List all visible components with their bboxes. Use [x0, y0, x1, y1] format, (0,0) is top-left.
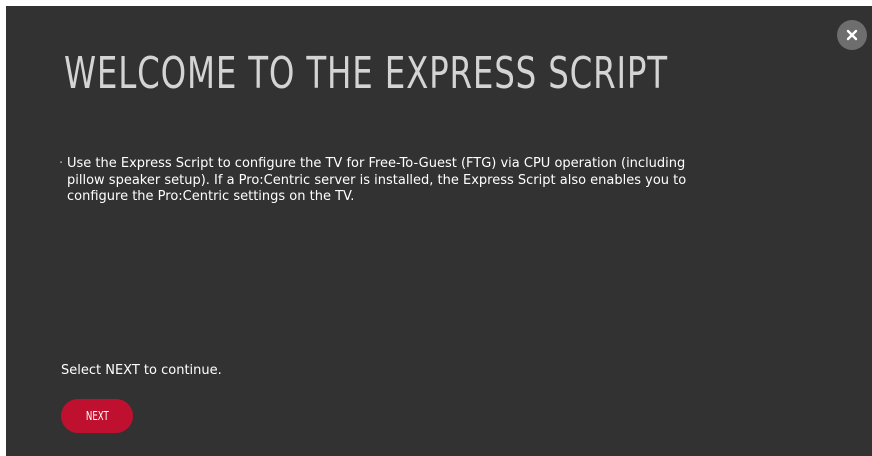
next-button[interactable]: NEXT	[61, 399, 133, 433]
next-button-label: NEXT	[85, 409, 109, 423]
description: · Use the Express Script to configure th…	[59, 156, 699, 206]
page-title: WELCOME TO THE EXPRESS SCRIPT	[64, 48, 668, 99]
description-text: Use the Express Script to configure the …	[67, 156, 687, 204]
close-button[interactable]	[837, 20, 867, 50]
express-script-dialog: WELCOME TO THE EXPRESS SCRIPT · Use the …	[6, 6, 872, 456]
close-icon	[846, 29, 858, 41]
bullet-marker: ·	[59, 156, 64, 171]
continue-prompt: Select NEXT to continue.	[61, 363, 222, 378]
